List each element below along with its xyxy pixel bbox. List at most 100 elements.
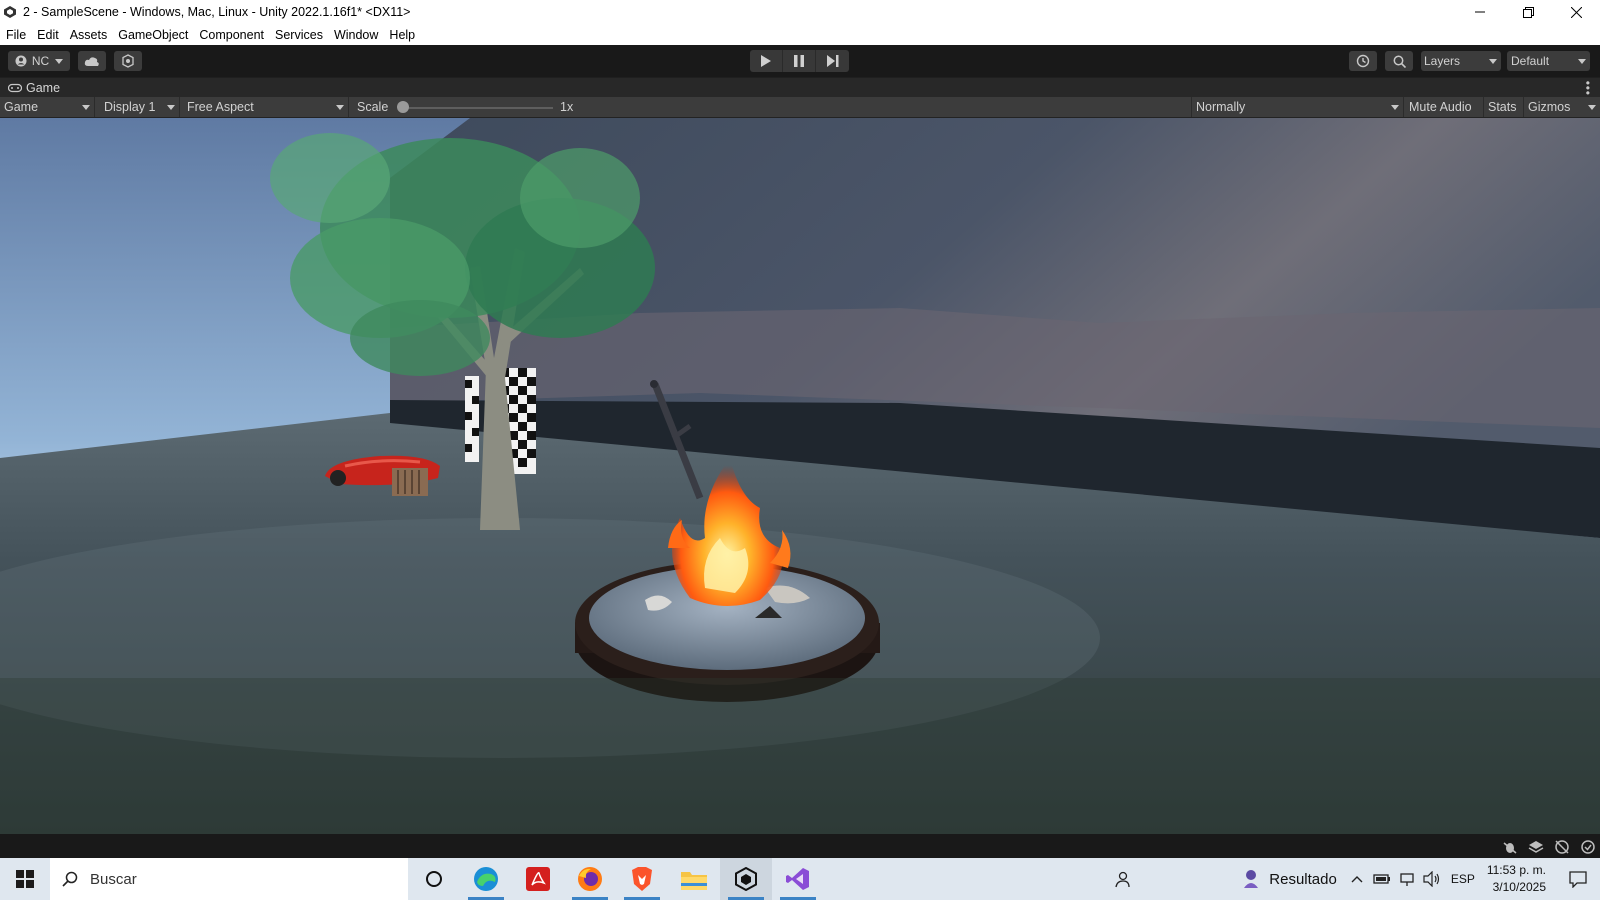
stats-label: Stats: [1488, 100, 1517, 114]
search-icon: [1393, 55, 1406, 68]
windows-taskbar: Buscar Resultado ESP 11:53 p. m. 3/10/20…: [0, 858, 1600, 900]
start-button[interactable]: [0, 858, 50, 900]
menu-assets[interactable]: Assets: [66, 28, 112, 42]
play-icon: [761, 55, 771, 67]
chevron-down-icon: [82, 105, 90, 110]
restore-icon: [1522, 6, 1534, 18]
taskbar-acrobat[interactable]: [512, 858, 564, 900]
acrobat-icon: [526, 867, 550, 891]
windows-icon: [16, 870, 34, 888]
collab-button[interactable]: [114, 51, 142, 71]
layout-label: Default: [1511, 54, 1550, 68]
game-scene-render: [0, 118, 1600, 834]
debug-icon[interactable]: [1502, 839, 1518, 855]
mute-audio-label: Mute Audio: [1409, 100, 1472, 114]
search-button[interactable]: [1385, 51, 1413, 71]
taskbar-brave[interactable]: [616, 858, 668, 900]
menu-component[interactable]: Component: [195, 28, 268, 42]
chevron-down-icon: [1489, 58, 1497, 64]
people-icon[interactable]: [1113, 870, 1131, 888]
account-label: NC: [31, 54, 50, 68]
action-center-button[interactable]: [1556, 858, 1600, 900]
cloud-icon: [84, 57, 99, 66]
mute-audio-toggle[interactable]: Mute Audio: [1405, 97, 1484, 117]
weather-label[interactable]: Resultado: [1269, 871, 1337, 888]
close-icon: [1570, 6, 1582, 18]
network-icon[interactable]: [1554, 839, 1570, 855]
taskbar-firefox[interactable]: [564, 858, 616, 900]
clock-time: 11:53 p. m.: [1486, 863, 1546, 877]
tab-game-label: Game: [26, 81, 61, 95]
chevron-down-icon: [55, 58, 64, 64]
firefox-icon: [578, 867, 602, 891]
network-icon[interactable]: [1399, 871, 1415, 887]
collab-icon: [122, 54, 134, 68]
menu-bar: File Edit Assets GameObject Component Se…: [0, 24, 1600, 45]
scale-slider-thumb[interactable]: [397, 101, 409, 113]
game-viewport[interactable]: [0, 118, 1600, 834]
play-mode-dropdown[interactable]: Normally: [1191, 97, 1404, 117]
unity-icon: [4, 6, 16, 18]
menu-window[interactable]: Window: [330, 28, 382, 42]
restore-button[interactable]: [1504, 0, 1552, 24]
taskbar-visual-studio[interactable]: [772, 858, 824, 900]
unity-hub-icon: [735, 867, 757, 891]
taskbar-clock[interactable]: 11:53 p. m. 3/10/2025: [1487, 862, 1546, 896]
language-indicator[interactable]: ESP: [1451, 872, 1475, 886]
minimize-icon: [1475, 11, 1485, 13]
editor-status-bar: [0, 834, 1600, 858]
search-icon: [62, 871, 78, 887]
menu-file[interactable]: File: [2, 28, 30, 42]
system-tray: Resultado ESP 11:53 p. m. 3/10/2025: [1113, 858, 1600, 900]
tab-game[interactable]: Game: [4, 78, 60, 98]
gizmos-label: Gizmos: [1528, 100, 1571, 114]
pause-icon: [794, 55, 804, 67]
play-mode-label: Normally: [1196, 100, 1246, 114]
aspect-label: Free Aspect: [187, 100, 254, 114]
brave-icon: [632, 867, 652, 891]
play-button[interactable]: [750, 50, 783, 72]
chevron-down-icon: [167, 105, 175, 110]
cortana-icon: [426, 871, 442, 887]
menu-gameobject[interactable]: GameObject: [114, 28, 192, 42]
edge-icon: [474, 867, 498, 891]
view-mode-dropdown[interactable]: Game: [0, 97, 95, 117]
layers-stack-icon[interactable]: [1528, 839, 1544, 855]
taskbar-unity-hub[interactable]: [720, 858, 772, 900]
chevron-up-icon[interactable]: [1351, 875, 1363, 883]
layout-dropdown[interactable]: Default: [1507, 51, 1590, 71]
battery-icon[interactable]: [1373, 873, 1391, 885]
scale-value-text: 1x: [560, 100, 574, 114]
play-controls: [750, 50, 849, 72]
menu-services[interactable]: Services: [271, 28, 327, 42]
taskbar-edge[interactable]: [460, 858, 512, 900]
account-dropdown[interactable]: NC: [8, 51, 70, 71]
gizmos-dropdown[interactable]: Gizmos: [1524, 97, 1600, 117]
weather-icon[interactable]: [1241, 868, 1261, 890]
visual-studio-icon: [786, 868, 809, 890]
chevron-down-icon: [1588, 105, 1596, 110]
taskbar-file-explorer[interactable]: [668, 858, 720, 900]
scale-slider-track[interactable]: [403, 107, 553, 109]
volume-icon[interactable]: [1423, 871, 1441, 887]
more-options-icon[interactable]: • • •: [1586, 77, 1590, 99]
clock-date: 3/10/2025: [1492, 880, 1546, 894]
menu-help[interactable]: Help: [385, 28, 419, 42]
taskbar-cortana[interactable]: [408, 858, 460, 900]
menu-edit[interactable]: Edit: [33, 28, 63, 42]
pause-button[interactable]: [783, 50, 816, 72]
history-button[interactable]: [1349, 51, 1377, 71]
display-dropdown[interactable]: Display 1: [100, 97, 180, 117]
aspect-dropdown[interactable]: Free Aspect: [183, 97, 349, 117]
view-mode-label: Game: [4, 100, 39, 114]
notification-icon: [1569, 871, 1587, 888]
check-circle-icon[interactable]: [1580, 839, 1596, 855]
stats-toggle[interactable]: Stats: [1484, 97, 1524, 117]
taskbar-search-box[interactable]: Buscar: [50, 858, 408, 900]
main-toolbar: NC Layers Default: [0, 45, 1600, 77]
layers-dropdown[interactable]: Layers: [1421, 51, 1501, 71]
minimize-button[interactable]: [1456, 0, 1504, 24]
step-button[interactable]: [816, 50, 849, 72]
close-button[interactable]: [1552, 0, 1600, 24]
cloud-button[interactable]: [78, 51, 106, 71]
